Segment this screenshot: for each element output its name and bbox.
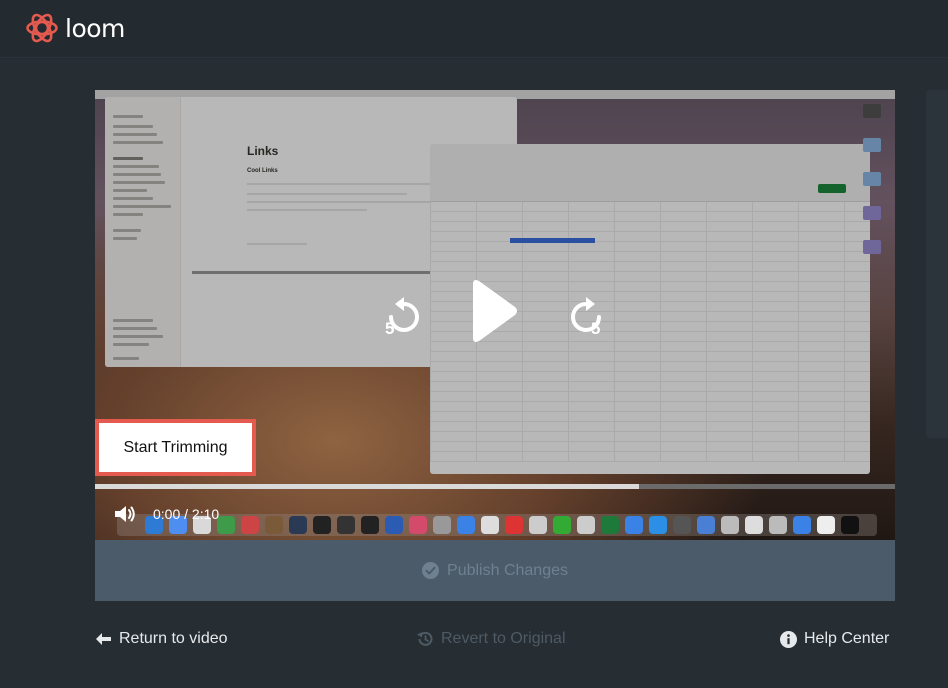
play-icon <box>473 280 517 342</box>
video-player[interactable]: Links Cool Links 5 5 Start Trimming 0:00… <box>95 90 895 540</box>
brand-name: loom <box>65 13 125 43</box>
help-center-link[interactable]: Help Center <box>780 628 889 650</box>
publish-changes-button[interactable]: Publish Changes <box>95 540 895 601</box>
top-header: loom <box>0 0 948 58</box>
volume-icon[interactable] <box>113 503 137 525</box>
video-progress-bar[interactable] <box>95 484 895 489</box>
revert-to-original-link[interactable]: Revert to Original <box>416 628 566 650</box>
video-progress-played <box>95 484 639 489</box>
publish-changes-label: Publish Changes <box>447 561 568 579</box>
check-circle-icon <box>422 562 440 579</box>
skip-back-button[interactable]: 5 <box>383 295 425 338</box>
info-icon <box>780 630 797 648</box>
loom-logo-icon <box>26 13 58 43</box>
skip-back-seconds: 5 <box>385 319 394 337</box>
arrow-left-icon <box>96 633 111 645</box>
return-to-video-label: Return to video <box>119 630 228 647</box>
rewind-5-icon: 5 <box>385 297 419 338</box>
current-time: 0:00 <box>153 506 181 522</box>
playback-time: 0:00 / 2:10 <box>153 506 219 522</box>
start-trimming-button[interactable]: Start Trimming <box>95 419 256 476</box>
loom-logo[interactable]: loom <box>25 11 125 45</box>
player-controls: 0:00 / 2:10 <box>113 500 219 528</box>
side-panel-edge <box>926 90 948 438</box>
play-button[interactable] <box>467 278 519 344</box>
revert-to-original-label: Revert to Original <box>441 630 566 647</box>
history-icon <box>417 631 433 646</box>
help-center-label: Help Center <box>804 630 890 647</box>
forward-5-icon: 5 <box>571 297 601 338</box>
time-separator: / <box>184 506 189 522</box>
skip-forward-seconds: 5 <box>591 319 600 337</box>
duration: 2:10 <box>191 506 220 522</box>
return-to-video-link[interactable]: Return to video <box>95 628 228 650</box>
skip-forward-button[interactable]: 5 <box>565 295 607 338</box>
